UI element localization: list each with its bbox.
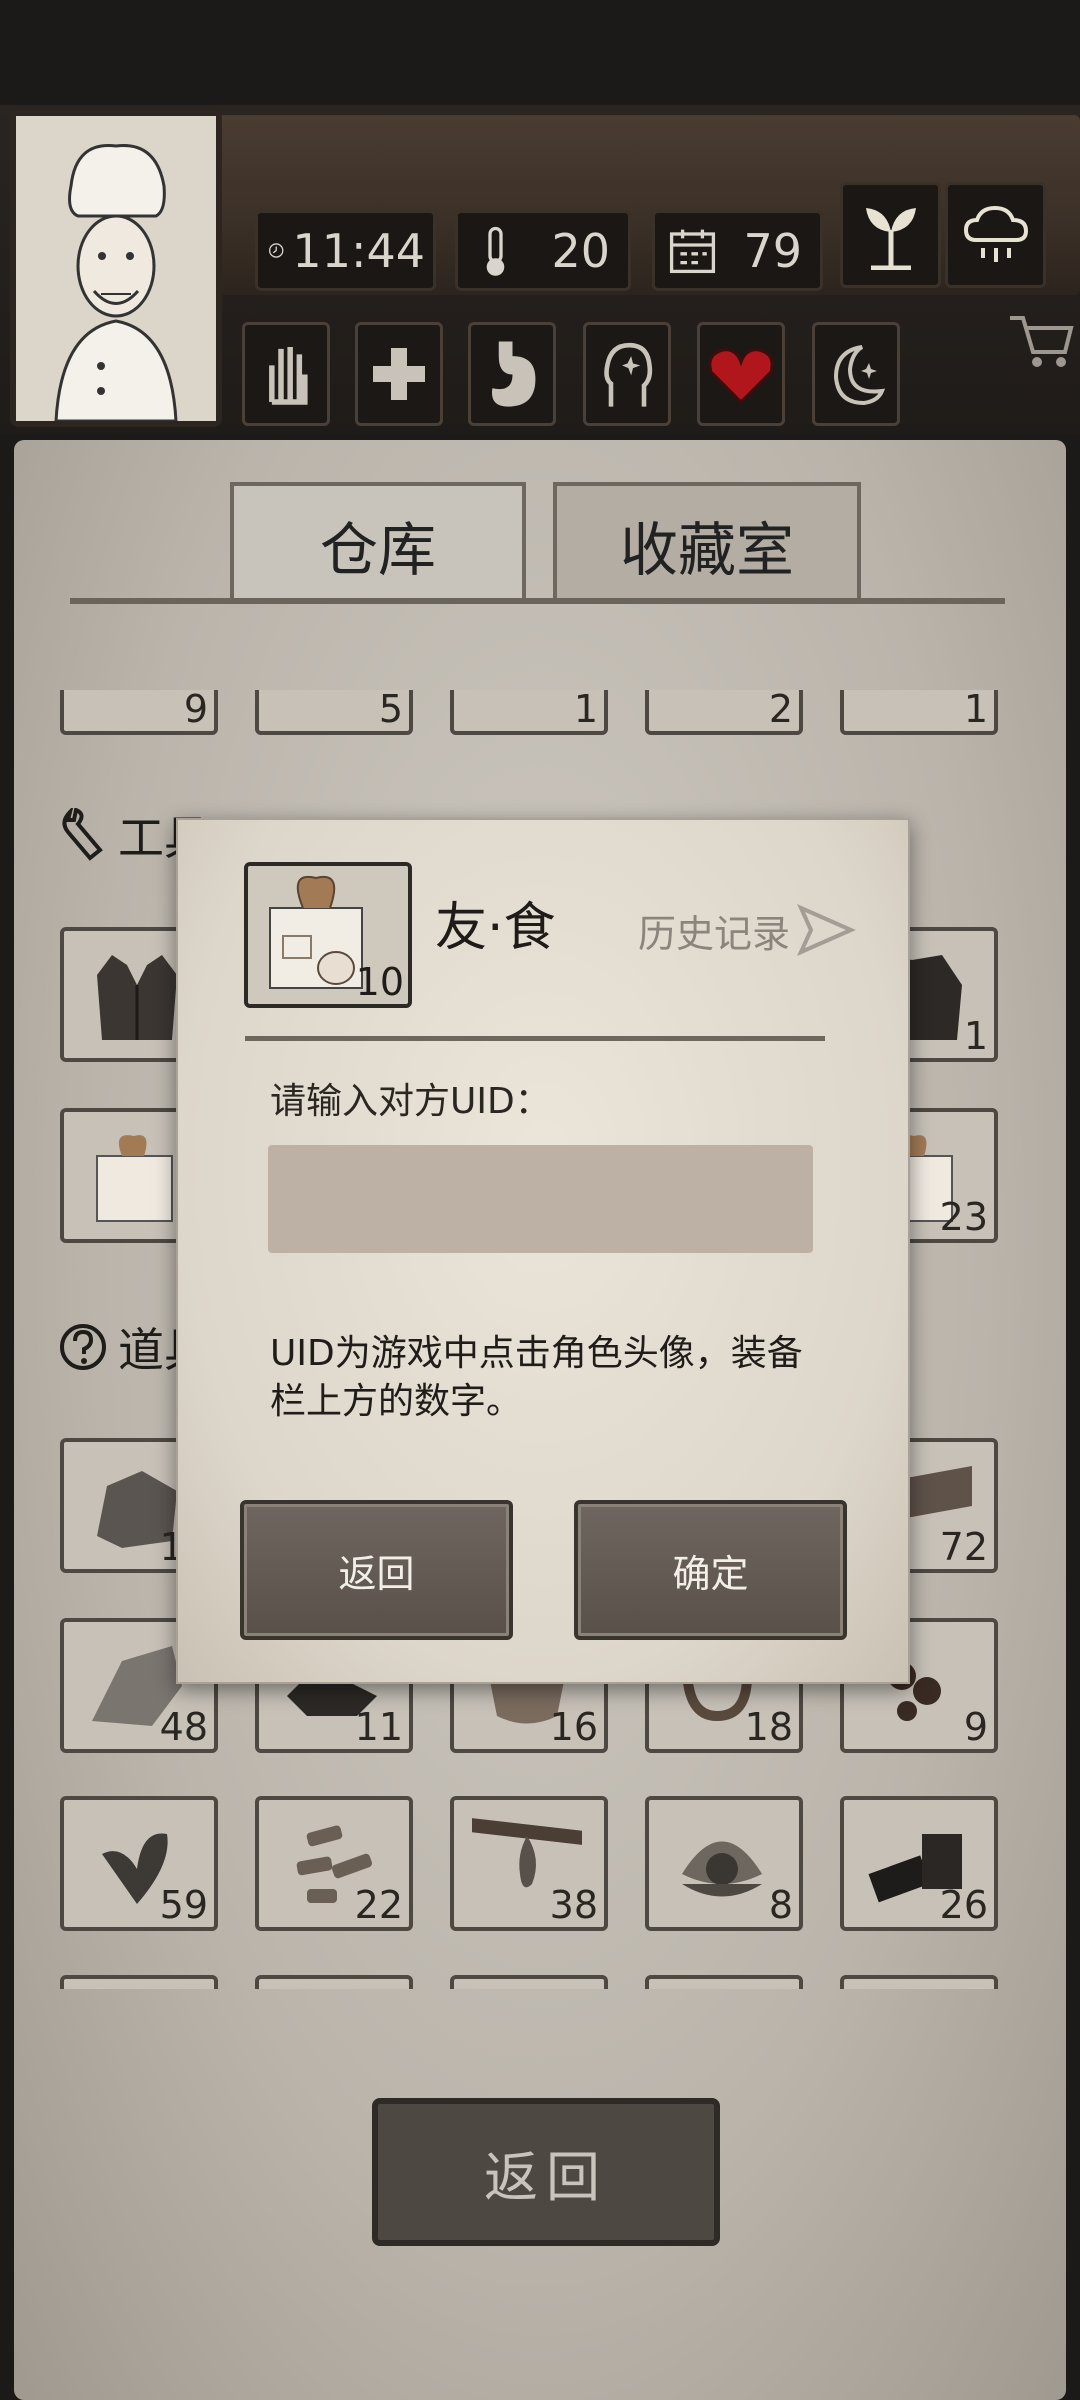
dialog-confirm-button[interactable]: 确定 [574, 1500, 847, 1640]
inventory-slot-pearl[interactable]: 8 [645, 1796, 803, 1931]
tab-warehouse[interactable]: 仓库 [230, 482, 526, 604]
history-label: 历史记录 [638, 911, 791, 956]
item-count: 1 [963, 1014, 988, 1058]
item-count: 59 [159, 1883, 208, 1927]
tab-collection-room[interactable]: 收藏室 [553, 482, 861, 604]
stomach-icon [491, 341, 535, 407]
item-count: 23 [939, 1195, 988, 1239]
tab-collection-label: 收藏室 [619, 516, 794, 584]
inventory-slot[interactable]: 5 [255, 690, 413, 735]
dialog-item-count: 10 [355, 960, 404, 1004]
temperature-value: 20 [551, 223, 610, 278]
thermometer-icon [486, 226, 505, 276]
wrench-icon [62, 807, 103, 861]
sprout-icon [865, 208, 916, 270]
farm-button[interactable] [840, 182, 941, 288]
cart-icon[interactable] [1005, 310, 1075, 370]
time-value: 11:44 [292, 223, 425, 278]
day-display: 79 [652, 210, 823, 291]
item-count: 48 [159, 1705, 208, 1749]
inventory-slot-sticks[interactable]: 22 [255, 1796, 413, 1931]
hand-icon [268, 346, 308, 405]
item-count: 18 [744, 1705, 793, 1749]
inventory-slot[interactable]: 2 [645, 690, 803, 735]
day-value: 79 [743, 223, 802, 278]
time-display: 11:44 [255, 210, 436, 291]
clock-icon [268, 243, 284, 258]
item-count: 2 [768, 690, 793, 731]
sleep-status[interactable] [812, 322, 900, 426]
inventory-slot-charcoal[interactable]: 26 [840, 1796, 998, 1931]
inventory-row-bottom-peek [60, 1975, 1010, 1989]
inventory-row-top: 9 5 1 2 1 [60, 690, 1010, 740]
dialog-divider [245, 1036, 825, 1041]
item-count: 72 [939, 1525, 988, 1569]
arrow-right-icon [797, 904, 856, 956]
weather-button[interactable] [945, 182, 1046, 288]
inventory-slot[interactable]: 1 [450, 690, 608, 735]
item-count: 1 [573, 690, 598, 731]
inventory-slot-resin[interactable]: 38 [450, 1796, 608, 1931]
hunger-status[interactable] [468, 322, 556, 426]
hand-status[interactable] [242, 322, 330, 426]
dialog-confirm-label: 确定 [672, 1551, 749, 1596]
inventory-slot[interactable]: 9 [60, 690, 218, 735]
main-back-button[interactable]: 返回 [372, 2098, 720, 2246]
inventory-slot[interactable] [60, 1975, 218, 1989]
inventory-slot[interactable] [450, 1975, 608, 1989]
item-count: 1 [963, 690, 988, 731]
uid-input[interactable] [268, 1145, 813, 1253]
pearl-shell-item-art [682, 1841, 762, 1897]
character-portrait[interactable] [10, 110, 222, 427]
rain-cloud-icon [963, 205, 1028, 262]
moon-icon [833, 345, 886, 406]
inventory-slot[interactable] [645, 1975, 803, 1989]
temperature-display: 20 [455, 210, 631, 291]
inventory-slot[interactable] [840, 1975, 998, 1989]
health-status[interactable] [355, 322, 443, 426]
tab-warehouse-label: 仓库 [319, 516, 436, 584]
item-count: 16 [549, 1705, 598, 1749]
calendar-icon [669, 229, 716, 274]
history-link[interactable]: 历史记录 [638, 900, 856, 960]
main-back-label: 返回 [484, 2145, 608, 2209]
heart-icon [708, 348, 774, 404]
inventory-slot-herb[interactable]: 59 [60, 1796, 218, 1931]
dialog-item-slot: 10 [244, 862, 412, 1008]
cross-icon [373, 348, 425, 400]
dialog-back-label: 返回 [338, 1551, 415, 1596]
tab-divider [70, 598, 1005, 604]
item-count: 8 [768, 1883, 793, 1927]
item-count: 38 [549, 1883, 598, 1927]
question-icon [60, 1324, 106, 1370]
inventory-slot[interactable] [255, 1975, 413, 1989]
item-count: 9 [963, 1705, 988, 1749]
mood-status[interactable] [697, 322, 785, 426]
chef-portrait-image [16, 116, 216, 423]
dialog-back-button[interactable]: 返回 [240, 1500, 513, 1640]
item-count: 5 [378, 690, 403, 731]
item-count: 9 [183, 690, 208, 731]
mind-status[interactable] [583, 322, 671, 426]
uid-note: UID为游戏中点击角色头像，装备栏上方的数字。 [270, 1333, 803, 1422]
item-count: 11 [354, 1705, 403, 1749]
dialog-item-name: 友·食 [435, 898, 556, 958]
head-icon [603, 342, 652, 407]
item-count: 26 [939, 1883, 988, 1927]
item-count: 22 [354, 1883, 403, 1927]
uid-prompt: 请输入对方UID： [270, 1081, 551, 1122]
inventory-slot[interactable]: 1 [840, 690, 998, 735]
